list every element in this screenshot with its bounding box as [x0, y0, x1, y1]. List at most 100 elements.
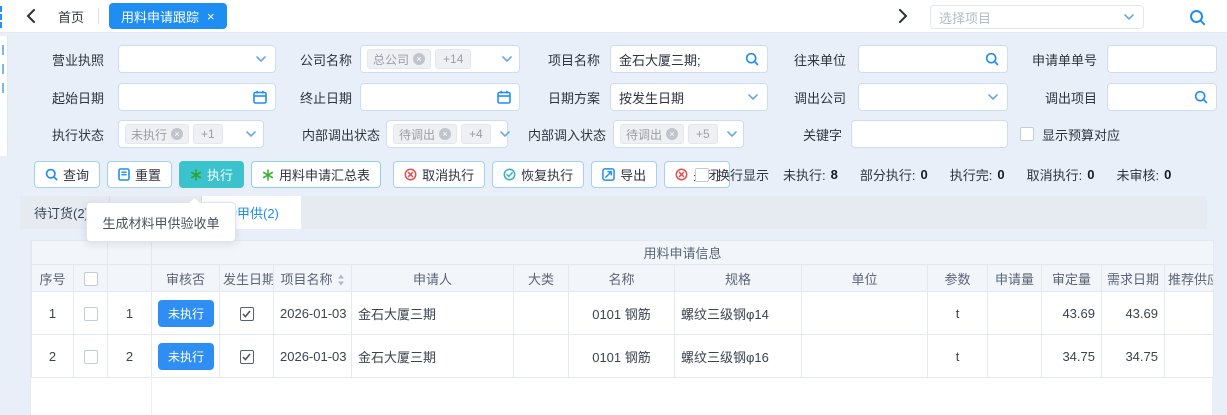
forward-icon[interactable]	[890, 3, 916, 29]
cell-spec: 螺纹三级钢φ14	[675, 292, 802, 335]
status-badge[interactable]: 未执行	[158, 343, 214, 370]
execution-status-multiselect[interactable]: 未执行 × +1	[118, 120, 264, 148]
company-name-label: 公司名称	[300, 50, 352, 69]
transfer-out-project-input[interactable]	[1116, 90, 1190, 105]
selected-tag: 待调出 ×	[620, 124, 684, 144]
application-no-label: 申请单单号	[1032, 50, 1097, 69]
date-scheme-label: 日期方案	[548, 88, 600, 107]
row-checkbox[interactable]	[84, 307, 98, 321]
show-budget-label: 显示预算对应	[1042, 125, 1120, 144]
keyword-field[interactable]	[851, 120, 1008, 148]
search-icon[interactable]	[1194, 90, 1208, 104]
reset-button[interactable]: 重置	[107, 161, 172, 188]
cell-project: 金石大厦三期	[352, 292, 514, 335]
tag-remove-icon[interactable]: ×	[666, 128, 678, 140]
cell-supplier	[1165, 292, 1214, 335]
calendar-icon[interactable]	[253, 90, 267, 104]
tag-remove-icon[interactable]: ×	[413, 53, 425, 65]
selected-tag: 待调出 ×	[393, 124, 457, 144]
selected-tag: 未执行 ×	[125, 124, 189, 144]
stat-unexecuted-label: 未执行:	[783, 165, 826, 184]
sort-icon[interactable]	[337, 274, 345, 286]
search-icon[interactable]	[745, 52, 759, 66]
cell-param: t	[928, 335, 988, 378]
internal-transfer-out-status-multiselect[interactable]: 待调出 × +4	[386, 120, 508, 148]
status-badge[interactable]: 未执行	[158, 300, 214, 327]
end-date-picker[interactable]	[360, 83, 520, 111]
transfer-out-project-label: 调出项目	[1032, 88, 1097, 107]
end-date-input[interactable]	[369, 90, 493, 105]
col-project-name[interactable]: 项目名称	[274, 265, 352, 292]
select-all-checkbox[interactable]	[84, 272, 98, 286]
cancel-execution-button[interactable]: 取消执行	[393, 161, 485, 188]
material-application-summary-button[interactable]: 用料申请汇总表	[251, 161, 381, 188]
status-summary: 未执行:8 部分执行:0 执行完:0 取消执行:0 未审核:0	[783, 165, 1171, 184]
application-no-input[interactable]	[1116, 52, 1208, 67]
table-row[interactable]: 2 2 未执行 2026-01-03 金石大厦三期 0101 钢筋 螺纹三级钢φ…	[32, 335, 1214, 378]
execute-button[interactable]: 执行	[179, 161, 244, 188]
internal-transfer-out-status-label: 内部调出状态	[270, 125, 380, 144]
cell-row-no: 1	[108, 292, 152, 335]
top-bar: 首页 用料申请跟踪 × 选择项目	[0, 0, 1227, 33]
start-date-label: 起始日期	[20, 88, 104, 107]
show-budget-checkbox[interactable]	[1020, 127, 1034, 141]
start-date-picker[interactable]	[118, 83, 276, 111]
end-date-label: 终止日期	[300, 88, 352, 107]
confirmed-checkbox[interactable]	[240, 350, 254, 364]
stat-completed-label: 执行完:	[950, 165, 993, 184]
application-no-field[interactable]	[1107, 45, 1217, 73]
cell-seq: 2	[32, 335, 74, 378]
row-checkbox[interactable]	[84, 350, 98, 364]
business-license-label: 营业执照	[20, 50, 104, 69]
company-name-multiselect[interactable]: 总公司 × +14	[360, 45, 520, 73]
tab-close-icon[interactable]: ×	[207, 10, 215, 23]
project-name-input[interactable]	[619, 52, 741, 67]
internal-transfer-in-status-label: 内部调入状态	[514, 125, 606, 144]
transfer-out-company-select[interactable]	[858, 83, 1008, 111]
col-param: 参数	[928, 265, 988, 292]
transfer-out-project-search[interactable]	[1107, 83, 1217, 111]
col-select-all	[74, 265, 108, 292]
cell-unit	[802, 292, 928, 335]
counterparty-input[interactable]	[867, 52, 981, 67]
tag-remove-icon[interactable]: ×	[439, 128, 451, 140]
asterisk-icon	[262, 169, 274, 181]
project-select-placeholder: 选择项目	[939, 8, 1123, 27]
circle-x-icon	[675, 168, 688, 181]
group-header-row: 用料申请信息	[32, 241, 1214, 265]
cell-need-date: 34.75	[1102, 335, 1165, 378]
cell-apply-qty	[988, 335, 1042, 378]
counterparty-search[interactable]	[858, 45, 1008, 73]
stat-unexecuted-value: 8	[831, 167, 838, 182]
tab-material-application-tracking[interactable]: 用料申请跟踪 ×	[109, 3, 227, 29]
cell-seq: 1	[32, 292, 74, 335]
wrap-display-checkbox[interactable]	[695, 168, 709, 182]
table-row[interactable]: 1 1 未执行 2026-01-03 金石大厦三期 0101 钢筋 螺纹三级钢φ…	[32, 292, 1214, 335]
col-blank	[108, 265, 152, 292]
cell-approve-qty: 34.75	[1042, 335, 1102, 378]
tag-remove-icon[interactable]: ×	[171, 128, 183, 140]
project-name-search[interactable]	[610, 45, 768, 73]
calendar-icon[interactable]	[497, 90, 511, 104]
back-icon[interactable]	[18, 3, 44, 29]
collapsed-sidebar-handle[interactable]	[0, 6, 5, 28]
business-license-select[interactable]	[118, 45, 276, 73]
export-button[interactable]: 导出	[591, 161, 657, 188]
project-select[interactable]: 选择项目	[930, 5, 1144, 29]
start-date-input[interactable]	[127, 90, 249, 105]
col-approve-qty: 审定量	[1042, 265, 1102, 292]
date-scheme-select[interactable]: 按发生日期	[610, 83, 768, 111]
resume-execution-button[interactable]: 恢复执行	[492, 161, 584, 188]
chevron-down-icon	[255, 55, 267, 63]
confirmed-checkbox[interactable]	[240, 307, 254, 321]
breadcrumb-home[interactable]: 首页	[58, 7, 84, 26]
keyword-input[interactable]	[860, 127, 999, 142]
internal-transfer-in-status-multiselect[interactable]: 待调出 × +5	[613, 120, 744, 148]
search-icon[interactable]	[1185, 5, 1209, 29]
col-supplier: 推荐供应商	[1165, 265, 1214, 292]
search-icon[interactable]	[985, 52, 999, 66]
cell-need-date: 43.69	[1102, 292, 1165, 335]
transfer-out-company-label: 调出公司	[794, 88, 846, 107]
query-button[interactable]: 查询	[34, 161, 100, 188]
cell-date: 2026-01-03	[274, 292, 352, 335]
